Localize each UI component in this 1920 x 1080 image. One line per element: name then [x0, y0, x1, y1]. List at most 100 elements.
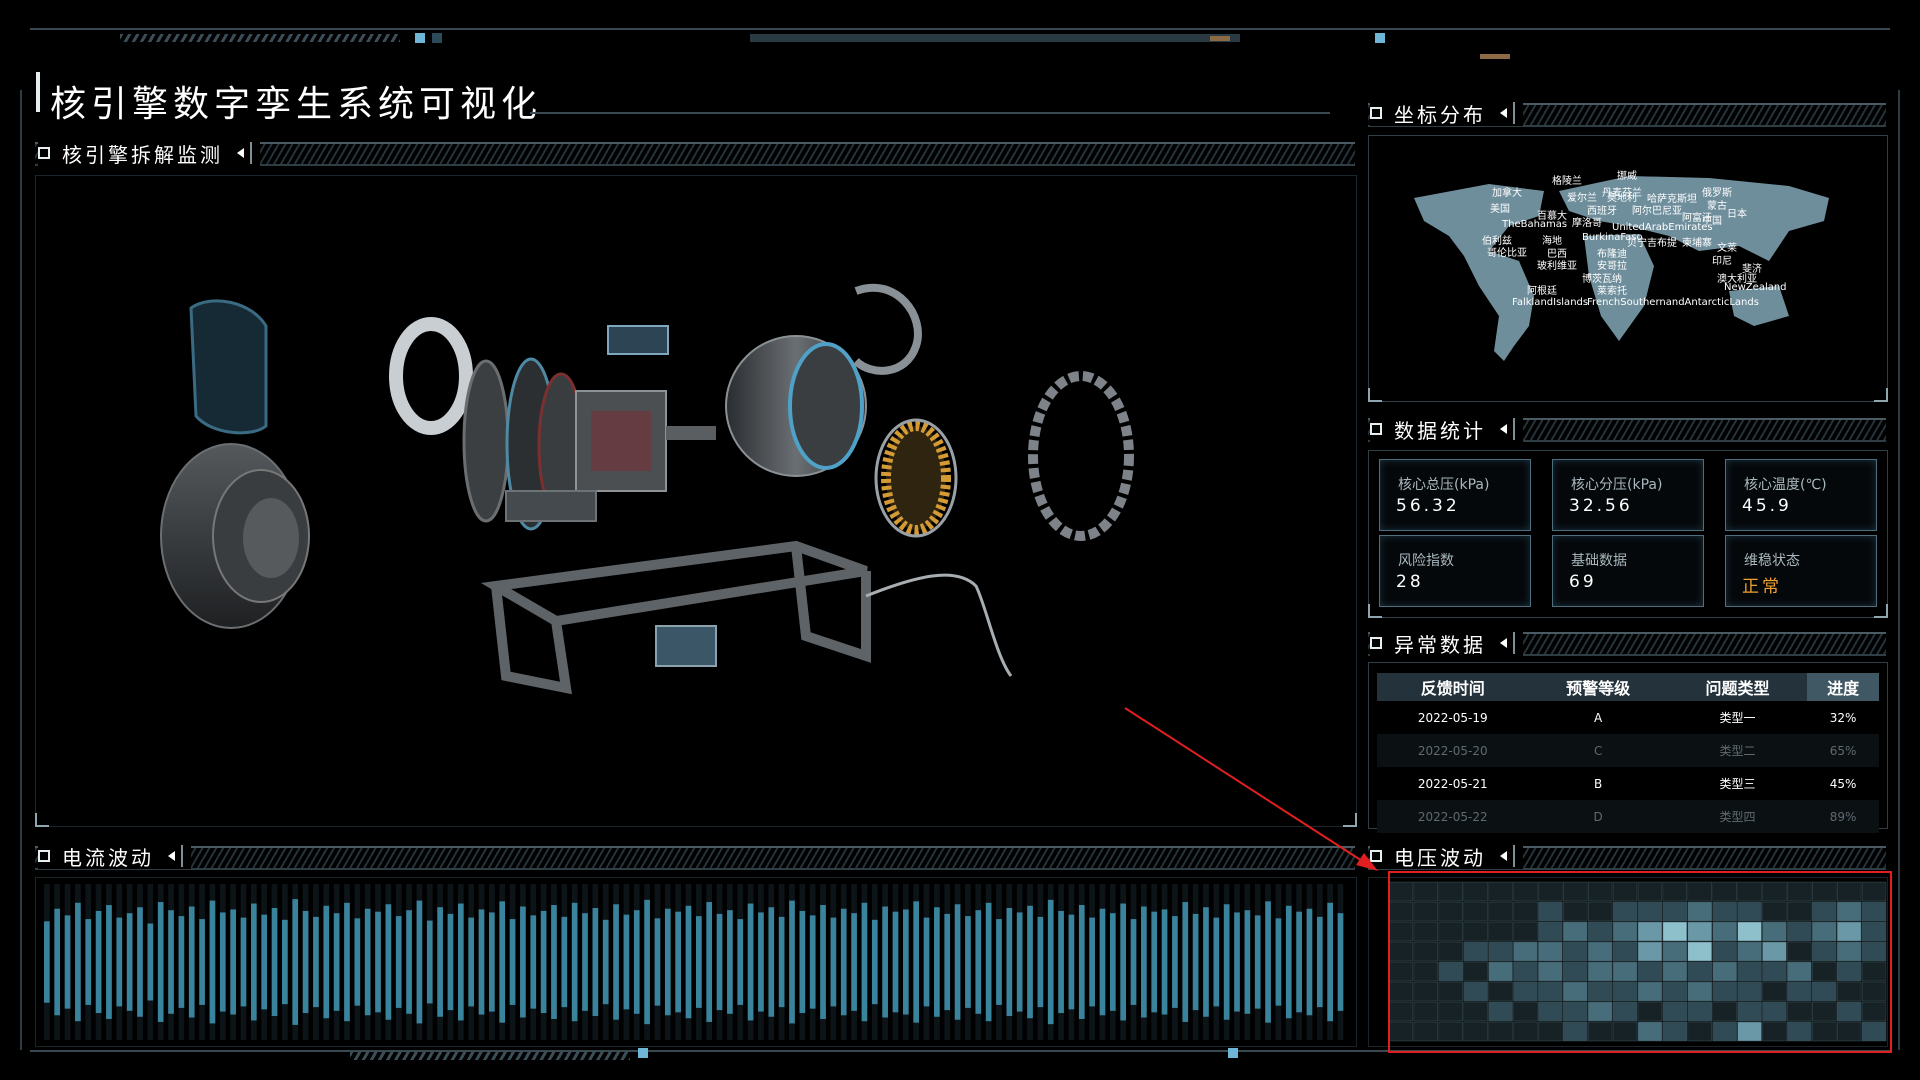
table-row[interactable]: 2022-05-21 B 类型三 45%: [1377, 767, 1879, 800]
top-accent-4: [1210, 36, 1230, 41]
current-bar: [1192, 913, 1199, 1011]
stats-panel: 核心总压(kPa) 56.32 核心分压(kPa) 32.56 核心温度(℃) …: [1368, 450, 1888, 618]
current-bar: [758, 912, 764, 1012]
current-bar: [406, 910, 412, 1014]
current-bar: [861, 902, 868, 1022]
map-country-label: 贝宁: [1627, 238, 1647, 249]
engine-pipes: [865, 573, 1013, 677]
annotation-highlight-box: [1388, 871, 1892, 1053]
current-bar: [437, 907, 443, 1017]
current-section-header: 电流波动: [38, 843, 191, 870]
collapse-arrow-icon[interactable]: [237, 148, 244, 158]
current-header-line: [35, 846, 1355, 870]
engine-bottom-block: [505, 490, 597, 522]
engine-exploded-model[interactable]: [36, 176, 1356, 826]
current-wave-chart[interactable]: [36, 878, 1356, 1046]
current-bar: [116, 917, 123, 1007]
current-chart-panel: [35, 877, 1357, 1047]
right-frame-line: [1898, 90, 1900, 1050]
top-accent-1: [415, 33, 425, 43]
table-row[interactable]: 2022-05-22 D 类型四 89%: [1377, 800, 1879, 833]
current-bar: [1182, 902, 1189, 1022]
disassembly-section-title: 核引擎拆解监测: [62, 142, 223, 167]
map-country-label: NewZealand: [1724, 282, 1787, 293]
current-bar: [416, 900, 423, 1024]
current-bar: [1109, 913, 1116, 1011]
current-bar: [302, 910, 309, 1014]
current-bar: [457, 903, 464, 1021]
current-bar: [1068, 914, 1075, 1010]
current-bar: [1254, 915, 1261, 1009]
cell-time: 2022-05-20: [1377, 734, 1529, 767]
map-country-label: TheBahamas: [1502, 219, 1568, 230]
section-divider: [1513, 418, 1515, 440]
section-divider: [1513, 632, 1515, 654]
engine-disc-1: [462, 359, 510, 523]
table-row[interactable]: 2022-05-19 A 类型一 32%: [1377, 701, 1879, 734]
collapse-arrow-icon[interactable]: [1500, 851, 1507, 861]
section-square-icon: [1370, 423, 1382, 435]
current-bar: [1016, 912, 1023, 1012]
table-row[interactable]: 2022-05-20 C 类型二 65%: [1377, 734, 1879, 767]
voltage-section-header: 电压波动: [1370, 843, 1523, 870]
table-header-row: 反馈时间 预警等级 问题类型 进度: [1377, 673, 1879, 701]
stat-label: 核心温度(℃): [1744, 477, 1827, 493]
current-bar: [1130, 919, 1137, 1005]
collapse-arrow-icon[interactable]: [1500, 424, 1507, 434]
disassembly-viewport[interactable]: [35, 175, 1357, 827]
collapse-arrow-icon[interactable]: [168, 851, 175, 861]
current-bar: [830, 917, 837, 1007]
current-bar: [240, 917, 247, 1007]
current-bar: [64, 915, 71, 1009]
current-bar: [778, 916, 785, 1008]
current-bar: [934, 907, 940, 1017]
top-accent-3: [1375, 33, 1385, 43]
map-country-label: 印尼: [1712, 256, 1732, 267]
current-bar: [1078, 905, 1085, 1019]
current-bar: [1151, 911, 1158, 1013]
current-bar: [313, 916, 319, 1008]
section-square-icon: [1370, 107, 1382, 119]
top-stripe-left: [120, 34, 400, 42]
current-bar: [75, 902, 81, 1022]
current-bar: [354, 918, 361, 1006]
current-bar: [364, 908, 371, 1016]
map-country-label: 哥伦比亚: [1487, 248, 1527, 259]
current-bar: [727, 910, 733, 1014]
coords-map-panel: 格陵兰 挪威 加拿大 丹麦 芬兰 爱尔兰 奥地利 哈萨克斯坦 俄罗斯 美国 蒙古 百慕大 西班牙 阿尔巴尼…: [1368, 135, 1888, 402]
current-bar: [1234, 912, 1240, 1012]
stat-value: 28: [1396, 572, 1424, 592]
current-bar: [571, 902, 578, 1022]
header-issue-type[interactable]: 问题类型: [1667, 673, 1808, 701]
current-section-title: 电流波动: [62, 845, 154, 870]
current-bar: [188, 906, 195, 1018]
header-warning-level[interactable]: 预警等级: [1528, 673, 1668, 701]
disassembly-section-header: 核引擎拆解监测: [38, 140, 260, 167]
current-bar: [582, 913, 588, 1011]
current-bar: [1316, 916, 1323, 1008]
current-bar: [985, 902, 992, 1022]
section-square-icon: [38, 850, 50, 862]
header-feedback-time[interactable]: 反馈时间: [1377, 673, 1529, 701]
map-country-label: 日本: [1727, 209, 1747, 220]
current-bar: [820, 905, 826, 1019]
cell-progress: 89%: [1807, 800, 1879, 833]
collapse-arrow-icon[interactable]: [1500, 638, 1507, 648]
current-bar: [923, 917, 930, 1007]
collapse-arrow-icon[interactable]: [1500, 108, 1507, 118]
header-progress[interactable]: 进度: [1807, 673, 1879, 701]
current-bar: [168, 910, 174, 1014]
section-divider: [1513, 845, 1515, 867]
map-country-label: 玻利维亚: [1537, 261, 1577, 272]
cell-type: 类型四: [1667, 800, 1808, 833]
current-bar: [1275, 918, 1282, 1006]
cell-progress: 45%: [1807, 767, 1879, 800]
top-accent-5: [1480, 54, 1510, 59]
map-country-label: 莱索托: [1597, 286, 1627, 297]
current-bar: [395, 916, 402, 1008]
current-bar: [696, 916, 702, 1008]
current-bar: [644, 899, 650, 1025]
map-country-label: 挪威: [1617, 171, 1637, 182]
stats-section-title: 数据统计: [1394, 418, 1486, 443]
current-bar: [675, 911, 681, 1013]
